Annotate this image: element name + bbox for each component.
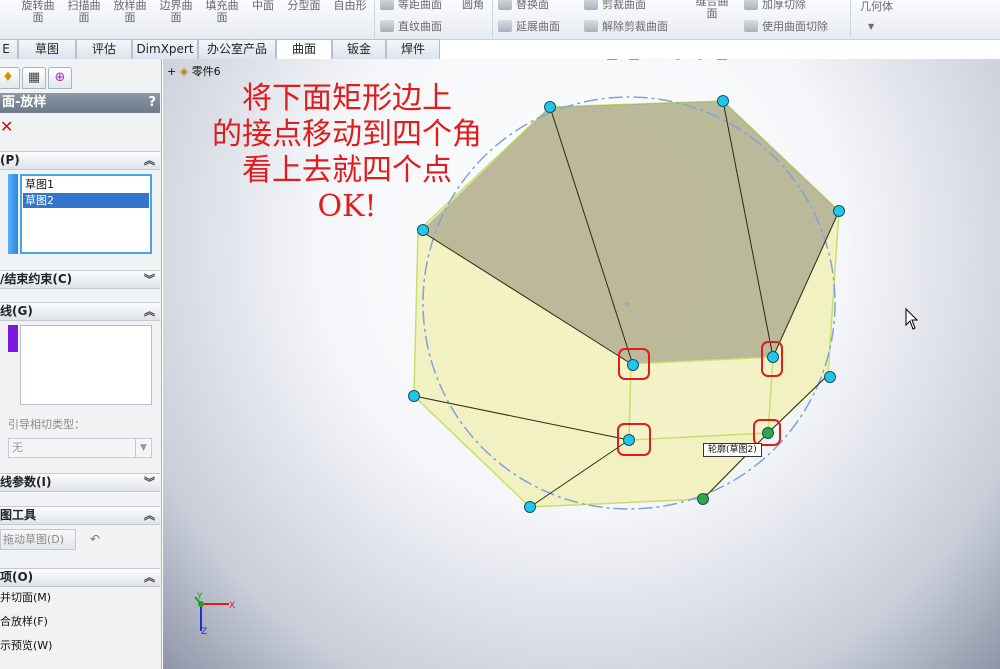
cancel-icon[interactable]: ✕ <box>0 119 13 135</box>
collapse-icon: ︽ <box>144 305 155 318</box>
axis-z-label: Z <box>201 627 208 637</box>
connector-handle <box>824 371 836 383</box>
options-section-header[interactable]: 项(O) ︽ <box>0 568 160 587</box>
command-ribbon: 旋转曲面 扫描曲面 放样曲面 边界曲面 填充曲面 中面 分型面 自由形 等距曲面… <box>0 0 1000 40</box>
drag-sketch-button[interactable]: 拖动草图(D) <box>0 529 76 550</box>
profiles-selection-icon <box>8 174 18 254</box>
tab-office[interactable]: 办公室产品 <box>198 39 276 59</box>
connector-handle-selected <box>697 493 709 505</box>
connector-handle <box>544 101 556 113</box>
connector-handle <box>717 95 729 107</box>
display-manager-tab[interactable]: ⊕ <box>48 67 72 89</box>
trim-surface-icon <box>584 0 598 10</box>
axis-x-label: X <box>229 601 236 611</box>
collapse-icon: ︽ <box>144 154 155 167</box>
undo-icon[interactable]: ↶ <box>90 532 100 546</box>
replace-face-icon <box>498 0 512 10</box>
revolve-surface-button[interactable]: 旋转曲面 <box>18 0 58 24</box>
inner-profile <box>628 356 774 441</box>
guide-selection-icon <box>8 325 18 352</box>
untrim-surface-icon <box>584 20 598 32</box>
connector-handle <box>627 359 639 371</box>
profile-tag[interactable]: 轮廓(草图2) <box>703 443 762 457</box>
mid-surface-button[interactable]: 中面 <box>248 0 278 12</box>
feature-manager-tab[interactable]: ♦ <box>0 67 20 89</box>
panel-title: 面-放样? <box>0 93 160 113</box>
list-item[interactable]: 草图2 <box>23 193 149 208</box>
guide-curves-section-header[interactable]: 线(G) ︽ <box>0 302 160 321</box>
surface-cut-button[interactable]: 使用曲面切除 <box>744 18 828 34</box>
parting-surface-button[interactable]: 分型面 <box>282 0 326 12</box>
merge-tangent-faces-option[interactable]: 并切面(M) <box>0 591 51 605</box>
connector-handle <box>767 351 779 363</box>
freeform-button[interactable]: 自由形 <box>330 0 370 12</box>
boundary-surface-button[interactable]: 边界曲面 <box>156 0 196 24</box>
help-icon[interactable]: ? <box>148 93 156 113</box>
tangent-type-label: 引导相切类型： <box>8 418 85 431</box>
tab-sketch[interactable]: 草图 <box>18 39 76 59</box>
replace-face-button[interactable]: 替换面 <box>498 0 549 12</box>
centerline-params-header[interactable]: 线参数(I) ︾ <box>0 473 160 492</box>
connector-handle-selected <box>762 427 774 439</box>
tab-weldments[interactable]: 焊件 <box>386 39 440 59</box>
ruled-surface-icon <box>380 20 394 32</box>
property-manager: ♦ ▦ ⊕ 面-放样? ✕ (P) ︽ 草图1 草图2 /结束约束(C) ︾ 线(G… <box>0 59 162 669</box>
profiles-list[interactable]: 草图1 草图2 <box>20 174 152 254</box>
show-preview-option[interactable]: 示预览(W) <box>0 639 52 653</box>
tab-evaluate[interactable]: 评估 <box>76 39 132 59</box>
thicken-cut-icon <box>744 0 758 10</box>
tab-features[interactable]: E <box>0 39 18 59</box>
loft-surface-button[interactable]: 放样曲面 <box>110 0 150 24</box>
tab-dimxpert[interactable]: DimXpert <box>132 39 198 59</box>
thicken-cut-button[interactable]: 加厚切除 <box>744 0 806 12</box>
axis-y-label: Y <box>197 592 203 602</box>
geometry-button[interactable]: 几何体 <box>860 0 893 14</box>
connector-handle <box>833 205 845 217</box>
profiles-section-header[interactable]: (P) ︽ <box>0 151 160 170</box>
view-triad <box>194 596 229 631</box>
sketch-tools-header[interactable]: 图工具 ︽ <box>0 506 160 525</box>
tab-sheet-metal[interactable]: 钣金 <box>332 39 386 59</box>
origin-marker: + <box>623 299 631 310</box>
ribbon-separator <box>492 0 493 38</box>
tutorial-annotation: 将下面矩形边上 的接点移动到四个角 看上去就四个点 OK! <box>212 81 482 224</box>
chevron-down-icon: ▼ <box>135 439 151 457</box>
guide-curves-list[interactable] <box>20 325 152 405</box>
tab-surfaces[interactable]: 曲面 <box>276 39 332 60</box>
collapse-icon: ︽ <box>144 571 155 584</box>
start-end-constraints-header[interactable]: /结束约束(C) ︾ <box>0 270 160 289</box>
connector-handle <box>623 434 635 446</box>
command-tabs: E 草图 评估 DimXpert 办公室产品 曲面 钣金 焊件 <box>0 39 440 60</box>
graphics-area[interactable]: ⌕⊡✥⟲▤◧◈◉●▣ + ◈ 零件6 <box>163 59 1000 669</box>
collapse-icon: ︽ <box>144 509 155 522</box>
close-loft-option[interactable]: 合放样(F) <box>0 615 48 629</box>
sweep-surface-button[interactable]: 扫描曲面 <box>64 0 104 24</box>
expand-icon: ︾ <box>144 476 155 489</box>
connector-handle <box>408 390 420 402</box>
untrim-surface-button[interactable]: 解除剪裁曲面 <box>584 18 668 34</box>
fillet-button[interactable]: 圆角 <box>462 0 484 12</box>
extend-surface-button[interactable]: 延展曲面 <box>498 18 560 34</box>
tangent-type-select[interactable]: 无 ▼ <box>8 438 152 458</box>
manager-tabs: ♦ ▦ ⊕ <box>0 67 162 91</box>
configuration-manager-tab[interactable]: ▦ <box>22 67 46 89</box>
fill-surface-button[interactable]: 填充曲面 <box>202 0 242 24</box>
connector-handle <box>524 501 536 513</box>
expand-icon: ︾ <box>144 273 155 286</box>
knit-surface-button[interactable]: 缝合曲面 <box>690 0 734 20</box>
ribbon-separator <box>850 0 851 38</box>
mouse-cursor <box>905 307 919 330</box>
extend-surface-icon <box>498 20 512 32</box>
chevron-down-icon[interactable]: ▼ <box>868 22 874 31</box>
surface-cut-icon <box>744 20 758 32</box>
trim-surface-button[interactable]: 剪裁曲面 <box>584 0 646 12</box>
ribbon-separator <box>374 0 375 38</box>
offset-surface-button[interactable]: 等距曲面 <box>380 0 442 12</box>
ruled-surface-button[interactable]: 直纹曲面 <box>380 18 442 34</box>
list-item[interactable]: 草图1 <box>23 177 149 192</box>
connector-handle <box>417 224 429 236</box>
offset-surface-icon <box>380 0 394 10</box>
